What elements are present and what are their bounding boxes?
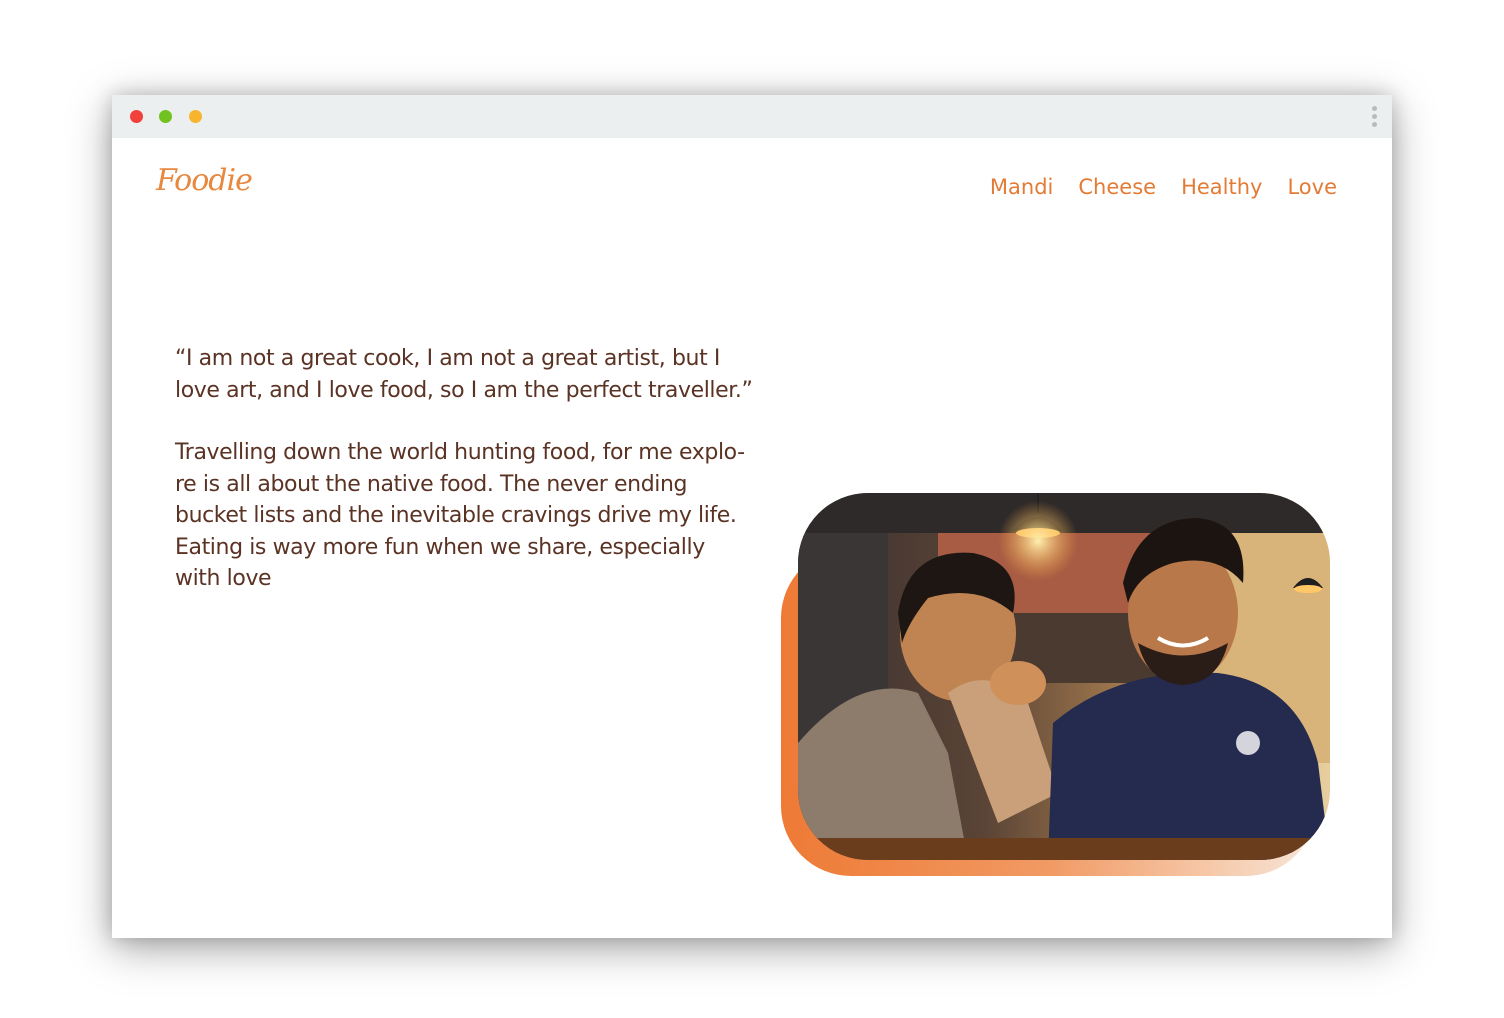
couple-photo — [798, 493, 1330, 860]
quote-line: love art, and I love food, so I am the p… — [175, 377, 753, 403]
paragraph-line: with love — [175, 566, 272, 591]
couple-photo-card — [781, 493, 1330, 876]
paragraph-line: Travelling down the world hunting food, … — [175, 440, 745, 465]
intro-paragraph: Travelling down the world hunting food, … — [175, 437, 795, 595]
window-titlebar — [112, 95, 1392, 138]
nav-item-mandi[interactable]: Mandi — [990, 175, 1053, 199]
paragraph-line: bucket lists and the inevitable cravings… — [175, 503, 737, 528]
intro-quote: “I am not a great cook, I am not a great… — [175, 343, 795, 406]
intro-text: “I am not a great cook, I am not a great… — [175, 343, 795, 595]
nav-item-love[interactable]: Love — [1287, 175, 1337, 199]
quote-line: “I am not a great cook, I am not a great… — [175, 346, 720, 371]
kebab-menu-icon[interactable] — [1372, 106, 1378, 130]
paragraph-line: Eating is way more fun when we share, es… — [175, 534, 705, 560]
close-window-button[interactable] — [130, 110, 143, 123]
main-nav: Mandi Cheese Healthy Love — [990, 175, 1337, 199]
browser-window: Foodie Mandi Cheese Healthy Love “I am n… — [112, 95, 1392, 938]
maximize-window-button[interactable] — [189, 110, 202, 123]
site-logo[interactable]: Foodie — [156, 163, 253, 198]
paragraph-line: re is all about the native food. The nev… — [175, 471, 688, 497]
nav-item-cheese[interactable]: Cheese — [1078, 175, 1156, 199]
minimize-window-button[interactable] — [159, 110, 172, 123]
nav-item-healthy[interactable]: Healthy — [1181, 175, 1262, 199]
